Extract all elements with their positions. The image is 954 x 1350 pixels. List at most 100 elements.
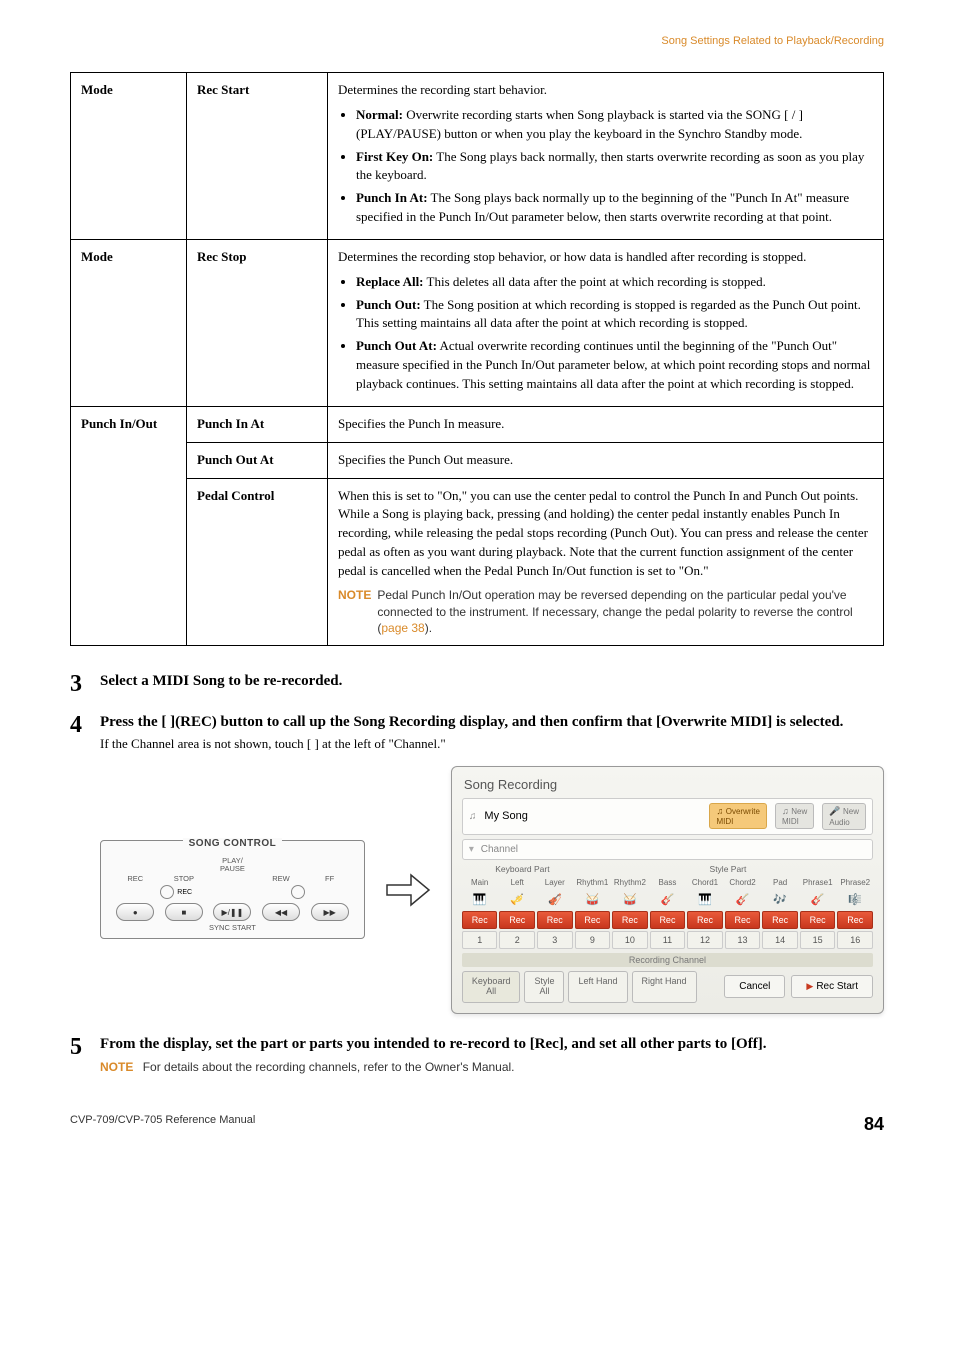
desc-intro: Determines the recording start behavior. <box>338 82 547 97</box>
step-head: Press the [ ](REC) button to call up the… <box>100 712 884 732</box>
new-audio-pill[interactable]: 🎤 NewAudio <box>822 803 866 830</box>
keys-icon: 🎹 <box>687 889 723 911</box>
manual-reference: CVP-709/CVP-705 Reference Manual <box>70 1114 255 1135</box>
rec-button[interactable]: Rec <box>725 911 761 929</box>
step-4: 4 Press the [ ](REC) button to call up t… <box>70 712 884 752</box>
drum-icon: 🥁 <box>575 889 611 911</box>
rec-button[interactable]: Rec <box>762 911 798 929</box>
rec-button[interactable]: Rec <box>687 911 723 929</box>
left-hand-tab[interactable]: Left Hand <box>568 971 627 1003</box>
desc-text: When this is set to "On," you can use th… <box>338 488 868 578</box>
desc-cell: Specifies the Punch In measure. <box>328 406 884 442</box>
page-link[interactable]: page 38 <box>381 621 424 635</box>
item-label: Replace All: <box>356 274 424 289</box>
item-text: The Song position at which recording is … <box>356 297 861 331</box>
style-all-tab[interactable]: StyleAll <box>524 971 564 1003</box>
item-text: Overwrite recording starts when Song pla… <box>356 107 803 141</box>
desc-cell: Determines the recording stop behavior, … <box>328 239 884 406</box>
part-label: Left <box>499 876 535 889</box>
part-label: Chord2 <box>725 876 761 889</box>
channel-cell[interactable]: 2 <box>499 931 535 949</box>
guitar-icon: 🎸 <box>800 889 836 911</box>
rec-start-button[interactable]: Rec Start <box>791 975 873 998</box>
note-label: NOTE <box>100 1060 133 1074</box>
channel-header[interactable]: ▾ Channel <box>462 839 873 860</box>
organ-icon: 🎶 <box>762 889 798 911</box>
channel-cell[interactable]: 11 <box>650 931 686 949</box>
chevron-down-icon: ▾ <box>469 844 474 855</box>
rec-button[interactable]: Rec <box>800 911 836 929</box>
rec-button[interactable]: Rec <box>575 911 611 929</box>
item-text: This deletes all data after the point at… <box>424 274 766 289</box>
cancel-button[interactable]: Cancel <box>724 975 785 998</box>
item-label: First Key On: <box>356 149 433 164</box>
channel-cell[interactable]: 12 <box>687 931 723 949</box>
rec-button[interactable]: Rec <box>837 911 873 929</box>
part-label: Rhythm2 <box>612 876 648 889</box>
param-cell: Rec Stop <box>187 239 328 406</box>
guitar-icon: 🎸 <box>725 889 761 911</box>
param-cell: Punch Out At <box>187 442 328 478</box>
param-cell: Rec Start <box>187 73 328 240</box>
rec-button[interactable]: Rec <box>499 911 535 929</box>
rec-button[interactable]: Rec <box>462 911 498 929</box>
rec-button[interactable]: Rec <box>650 911 686 929</box>
mode-cell: Punch In/Out <box>71 406 187 645</box>
piano-icon: 🎹 <box>462 889 498 911</box>
channel-cell[interactable]: 16 <box>837 931 873 949</box>
channel-cell[interactable]: 3 <box>537 931 573 949</box>
figure-row: SONG CONTROL PLAY/PAUSE REC STOP REW FF … <box>100 766 884 1014</box>
strings-icon: 🎻 <box>537 889 573 911</box>
parts-labels-row: Main Left Layer Rhythm1 Rhythm2 Bass Cho… <box>462 876 873 889</box>
panel-title: SONG CONTROL <box>183 838 283 849</box>
step-number: 4 <box>70 712 100 752</box>
item-label: Punch Out At: <box>356 338 437 353</box>
step-subtext: If the Channel area is not shown, touch … <box>100 736 884 752</box>
channel-cell[interactable]: 13 <box>725 931 761 949</box>
param-cell: Pedal Control <box>187 478 328 646</box>
rec-button[interactable]: Rec <box>537 911 573 929</box>
overwrite-midi-pill[interactable]: ♫ OverwriteMIDI <box>709 803 767 829</box>
rec-led-icon <box>160 885 174 899</box>
channel-label: Channel <box>481 844 518 855</box>
item-label: Punch Out: <box>356 297 421 312</box>
page-number: 84 <box>864 1114 884 1135</box>
part-label: Chord1 <box>687 876 723 889</box>
rew-button[interactable]: ◀◀ <box>262 903 300 921</box>
part-label: Bass <box>650 876 686 889</box>
ff-button[interactable]: ▶▶ <box>311 903 349 921</box>
desc-cell: Determines the recording start behavior.… <box>328 73 884 240</box>
song-control-panel: SONG CONTROL PLAY/PAUSE REC STOP REW FF … <box>100 840 365 939</box>
desc-cell: Specifies the Punch Out measure. <box>328 442 884 478</box>
step-number: 5 <box>70 1034 100 1074</box>
rec-button[interactable]: Rec <box>612 911 648 929</box>
music-note-icon: ♫ <box>469 811 477 822</box>
screen-title: Song Recording <box>464 777 873 792</box>
step-head: Select a MIDI Song to be re-recorded. <box>100 671 884 691</box>
channel-cell[interactable]: 14 <box>762 931 798 949</box>
part-label: Phrase1 <box>800 876 836 889</box>
breadcrumb: Song Settings Related to Playback/Record… <box>70 35 884 47</box>
keyboard-all-tab[interactable]: KeyboardAll <box>462 971 521 1003</box>
settings-table: Mode Rec Start Determines the recording … <box>70 72 884 646</box>
channel-cell[interactable]: 10 <box>612 931 648 949</box>
part-label: Main <box>462 876 498 889</box>
step-3: 3 Select a MIDI Song to be re-recorded. <box>70 671 884 697</box>
new-midi-pill[interactable]: ♫ NewMIDI <box>775 803 814 829</box>
desc-intro: Determines the recording stop behavior, … <box>338 249 806 264</box>
play-pause-button[interactable]: ▶/❚❚ <box>213 903 251 921</box>
drum-icon: 🥁 <box>612 889 648 911</box>
right-hand-tab[interactable]: Right Hand <box>632 971 697 1003</box>
style-part-label: Style Part <box>583 864 873 874</box>
part-label: Pad <box>762 876 798 889</box>
page-footer: CVP-709/CVP-705 Reference Manual 84 <box>70 1114 884 1135</box>
channel-cell[interactable]: 9 <box>575 931 611 949</box>
guitar-icon: 🎸 <box>650 889 686 911</box>
item-label: Normal: <box>356 107 403 122</box>
step-head: From the display, set the part or parts … <box>100 1034 884 1054</box>
channel-cell[interactable]: 1 <box>462 931 498 949</box>
stop-button[interactable]: ■ <box>165 903 203 921</box>
rec-button[interactable]: ● <box>116 903 154 921</box>
note-label: NOTE <box>338 587 371 637</box>
channel-cell[interactable]: 15 <box>800 931 836 949</box>
